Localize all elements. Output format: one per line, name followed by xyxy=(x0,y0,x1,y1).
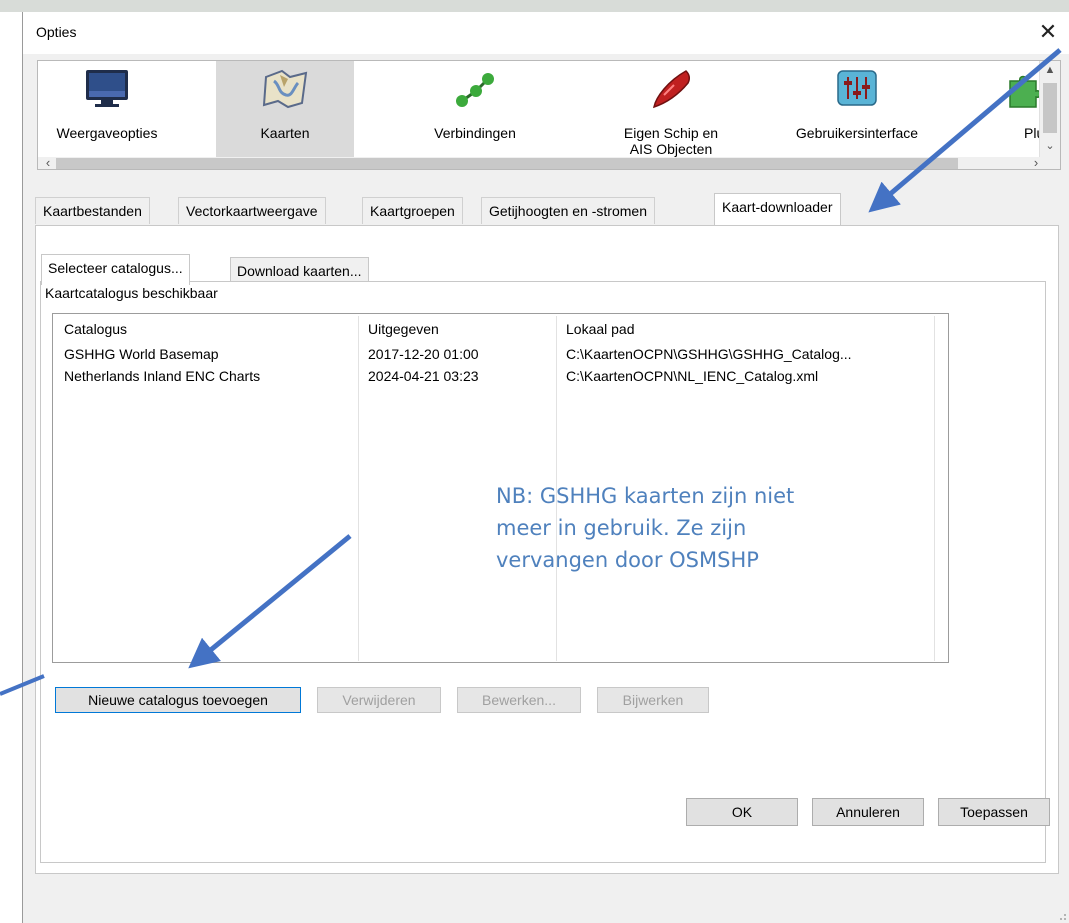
subtab-selecteer-catalogus[interactable]: Selecteer catalogus... xyxy=(41,254,190,285)
close-icon[interactable]: ✕ xyxy=(1026,12,1069,54)
toolbar-label: Kaarten xyxy=(260,125,310,141)
toolbar-label: Gebruikersinterface xyxy=(795,125,919,141)
chevron-right-icon[interactable]: › xyxy=(1028,155,1044,169)
toolbar-item-verbindingen[interactable]: Verbindingen xyxy=(406,61,544,157)
cell-lokaal-pad: C:\KaartenOCPN\GSHHG\GSHHG_Catalog... xyxy=(566,346,852,362)
column-divider xyxy=(358,316,359,661)
toolbar-item-gebruikersinterface[interactable]: Gebruikersinterface xyxy=(788,61,926,157)
scroll-thumb[interactable] xyxy=(1043,83,1057,133)
background-strip xyxy=(0,0,1069,12)
remove-catalog-button[interactable]: Verwijderen xyxy=(317,687,441,713)
tab-kaartgroepen[interactable]: Kaartgroepen xyxy=(362,197,463,224)
tab-vectorkaartweergave[interactable]: Vectorkaartweergave xyxy=(178,197,326,224)
catalog-group-label: Kaartcatalogus beschikbaar xyxy=(45,285,218,301)
edit-catalog-button[interactable]: Bewerken... xyxy=(457,687,581,713)
options-dialog: Opties ✕ Weergaveopties Kaarten Verbindi… xyxy=(22,12,1069,923)
tab-getijhoogten[interactable]: Getijhoogten en -stromen xyxy=(481,197,655,224)
cell-catalogus: Netherlands Inland ENC Charts xyxy=(64,368,261,384)
toolbar-item-weergaveopties[interactable]: Weergaveopties xyxy=(38,61,176,157)
toolbar-vertical-scrollbar[interactable]: ▲ ⌄ xyxy=(1039,61,1060,157)
cell-uitgegeven: 2024-04-21 03:23 xyxy=(368,368,479,384)
cancel-button[interactable]: Annuleren xyxy=(812,798,924,826)
chevron-up-icon[interactable]: ▲ xyxy=(1040,61,1060,79)
chevron-down-icon[interactable]: ⌄ xyxy=(1040,137,1060,155)
toolbar-item-kaarten[interactable]: Kaarten xyxy=(216,61,354,157)
cell-lokaal-pad: C:\KaartenOCPN\NL_IENC_Catalog.xml xyxy=(566,368,819,384)
tab-kaart-downloader[interactable]: Kaart-downloader xyxy=(714,193,841,225)
toolbar-item-eigen-schip[interactable]: Eigen Schip en AIS Objecten xyxy=(602,61,740,157)
cell-uitgegeven: 2017-12-20 01:00 xyxy=(368,346,479,362)
annotation-line: NB: GSHHG kaarten zijn niet xyxy=(496,484,795,508)
window-title: Opties xyxy=(36,24,77,40)
toolbar-item-plugins[interactable]: Plugi xyxy=(968,61,1042,157)
chevron-left-icon[interactable]: ‹ xyxy=(40,155,56,169)
column-header-lokaal-pad[interactable]: Lokaal pad xyxy=(566,321,635,337)
chart-map-icon xyxy=(216,67,354,111)
apply-button[interactable]: Toepassen xyxy=(938,798,1050,826)
update-catalog-button[interactable]: Bijwerken xyxy=(597,687,709,713)
title-bar: Opties ✕ xyxy=(23,12,1069,54)
ship-icon xyxy=(602,67,740,111)
scroll-thumb[interactable] xyxy=(56,158,958,169)
connection-nodes-icon xyxy=(406,67,544,111)
cell-catalogus: GSHHG World Basemap xyxy=(64,346,219,362)
add-catalog-button[interactable]: Nieuwe catalogus toevoegen xyxy=(55,687,301,713)
category-toolbar: Weergaveopties Kaarten Verbindingen Eige… xyxy=(37,60,1061,170)
puzzle-icon xyxy=(1006,67,1042,111)
column-divider xyxy=(934,316,935,661)
toolbar-horizontal-scrollbar[interactable]: ‹ › xyxy=(38,155,1060,169)
resize-grip-icon[interactable] xyxy=(1057,911,1067,921)
monitor-icon xyxy=(38,67,176,111)
ok-button[interactable]: OK xyxy=(686,798,798,826)
annotation-note: NB: GSHHG kaarten zijn niet meer in gebr… xyxy=(496,480,856,576)
annotation-line: vervangen door OSMSHP xyxy=(496,548,759,572)
column-header-uitgegeven[interactable]: Uitgegeven xyxy=(368,321,439,337)
column-header-catalogus[interactable]: Catalogus xyxy=(64,321,127,337)
annotation-line: meer in gebruik. Ze zijn xyxy=(496,516,747,540)
toolbar-label: Verbindingen xyxy=(434,125,516,141)
toolbar-label: Weergaveopties xyxy=(56,125,158,141)
tab-kaartbestanden[interactable]: Kaartbestanden xyxy=(35,197,150,224)
sliders-icon xyxy=(788,67,926,111)
toolbar-label: Eigen Schip en AIS Objecten xyxy=(623,125,719,157)
